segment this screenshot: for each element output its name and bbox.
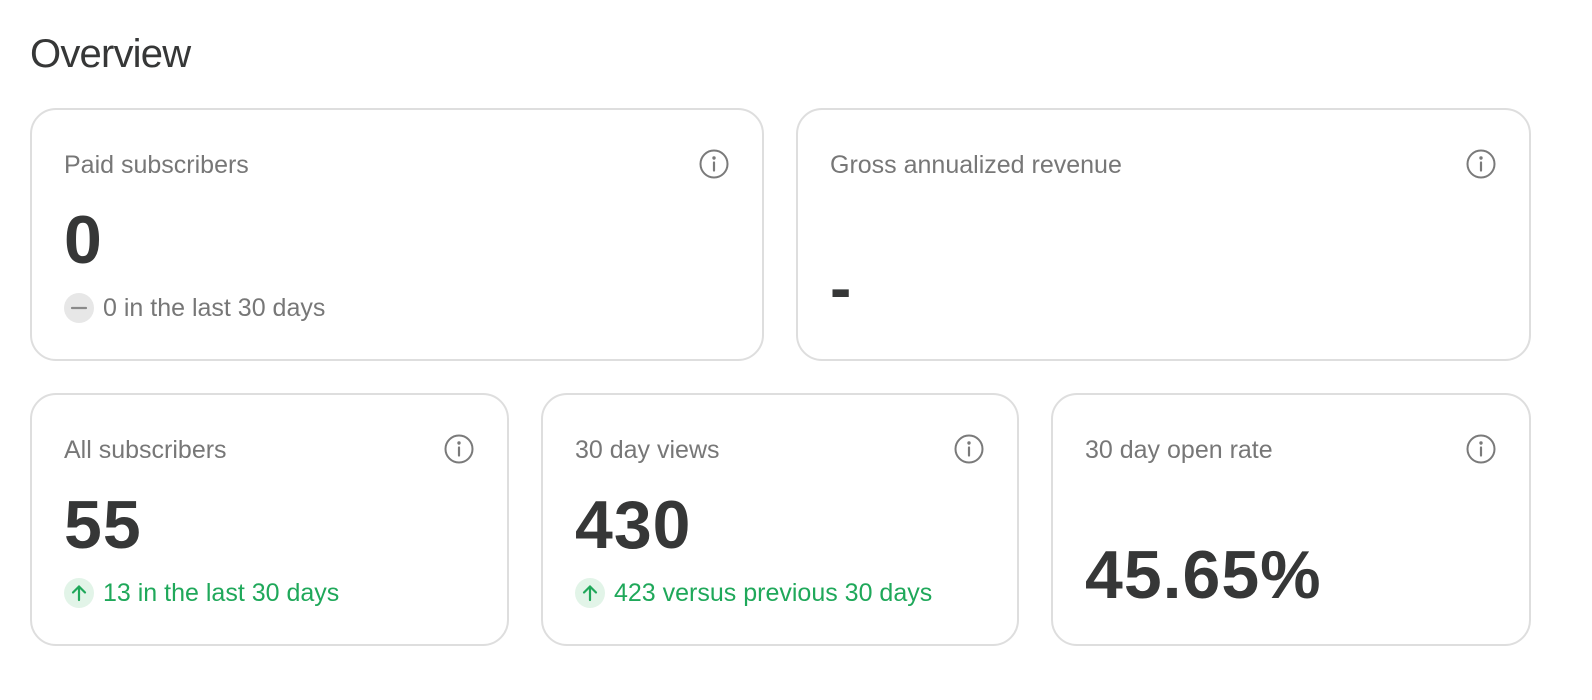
views-30-day-trend: 423 versus previous 30 days: [575, 577, 932, 609]
gross-revenue-label: Gross annualized revenue: [830, 151, 1122, 179]
open-rate-30-day-value: 45.65%: [1085, 537, 1322, 613]
all-subscribers-card: All subscribers 55 13 in the last 30 day…: [30, 393, 509, 646]
minus-icon: [64, 293, 94, 323]
paid-subscribers-card: Paid subscribers 0 0 in the last 30 days: [30, 108, 764, 361]
open-rate-30-day-label: 30 day open rate: [1085, 436, 1273, 464]
all-subscribers-trend-text: 13 in the last 30 days: [103, 579, 340, 607]
paid-subscribers-info-icon[interactable]: [698, 148, 730, 180]
arrow-up-icon: [575, 578, 605, 608]
page-title: Overview: [30, 32, 191, 76]
views-30-day-card: 30 day views 430 423 versus previous 30 …: [541, 393, 1019, 646]
all-subscribers-trend: 13 in the last 30 days: [64, 577, 339, 609]
gross-revenue-info-icon[interactable]: [1465, 148, 1497, 180]
paid-subscribers-trend: 0 in the last 30 days: [64, 292, 325, 324]
views-30-day-label: 30 day views: [575, 436, 720, 464]
paid-subscribers-trend-text: 0 in the last 30 days: [103, 294, 326, 322]
open-rate-30-day-info-icon[interactable]: [1465, 433, 1497, 465]
paid-subscribers-value: 0: [64, 202, 103, 278]
gross-revenue-value: -: [830, 252, 853, 324]
all-subscribers-value: 55: [64, 487, 142, 563]
gross-revenue-card: Gross annualized revenue -: [796, 108, 1531, 361]
all-subscribers-label: All subscribers: [64, 436, 227, 464]
all-subscribers-info-icon[interactable]: [443, 433, 475, 465]
views-30-day-info-icon[interactable]: [953, 433, 985, 465]
arrow-up-icon: [64, 578, 94, 608]
paid-subscribers-label: Paid subscribers: [64, 151, 249, 179]
views-30-day-value: 430: [575, 487, 692, 563]
open-rate-30-day-card: 30 day open rate 45.65%: [1051, 393, 1531, 646]
views-30-day-trend-text: 423 versus previous 30 days: [614, 579, 933, 607]
